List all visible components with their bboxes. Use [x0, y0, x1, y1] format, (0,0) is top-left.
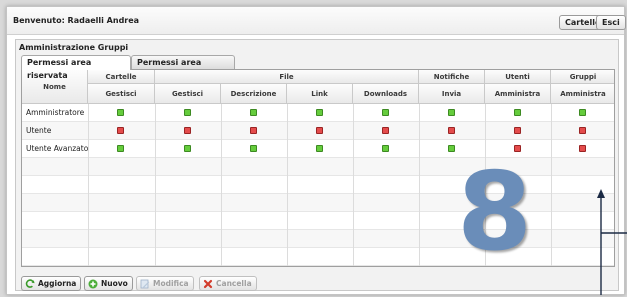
column-header-file-gestisci[interactable]: Gestisci [155, 84, 221, 104]
permission-allowed-icon[interactable] [316, 109, 323, 116]
column-header-notifiche-invia[interactable]: Invia [419, 84, 485, 104]
add-icon [88, 279, 98, 289]
tab-public-area[interactable]: Permessi area pubblica [131, 55, 235, 80]
group-name: Utente Avanzato [26, 144, 89, 153]
permission-denied-icon[interactable] [448, 127, 455, 134]
permission-allowed-icon[interactable] [184, 109, 191, 116]
column-divider [287, 104, 288, 266]
column-divider [419, 104, 420, 266]
permission-denied-icon[interactable] [184, 127, 191, 134]
permission-allowed-icon[interactable] [514, 109, 521, 116]
group-name: Amministratore [26, 108, 85, 117]
permission-allowed-icon[interactable] [448, 109, 455, 116]
edit-icon [140, 279, 150, 289]
permission-allowed-icon[interactable] [579, 109, 586, 116]
column-header-file-descrizione[interactable]: Descrizione [221, 84, 287, 104]
column-header-utenti-amministra[interactable]: Amministra [485, 84, 551, 104]
annotation-arrow-icon [597, 189, 627, 295]
permission-denied-icon[interactable] [514, 127, 521, 134]
top-bar: Benvenuto: Radaelli Andrea Cartelle Esci [7, 7, 626, 35]
column-divider [155, 104, 156, 266]
column-header-gruppi-amministra[interactable]: Amministra [551, 84, 614, 104]
permission-allowed-icon[interactable] [250, 109, 257, 116]
modifica-button[interactable]: Modifica [136, 276, 194, 291]
permission-denied-icon[interactable] [579, 127, 586, 134]
column-group-file: File [155, 70, 419, 84]
permission-allowed-icon[interactable] [117, 145, 124, 152]
permission-denied-icon[interactable] [579, 145, 586, 152]
column-divider [221, 104, 222, 266]
nuovo-button[interactable]: Nuovo [84, 276, 133, 291]
column-group-cartelle: Cartelle [88, 70, 155, 84]
delete-icon [203, 279, 213, 289]
nuovo-label: Nuovo [101, 279, 128, 288]
table-row[interactable]: Utente [22, 122, 614, 140]
column-group-gruppi: Gruppi [551, 70, 614, 84]
permission-allowed-icon[interactable] [448, 145, 455, 152]
permission-allowed-icon[interactable] [117, 109, 124, 116]
permission-allowed-icon[interactable] [184, 145, 191, 152]
modifica-label: Modifica [153, 279, 189, 288]
column-header-file-link[interactable]: Link [287, 84, 353, 104]
permission-allowed-icon[interactable] [382, 145, 389, 152]
permission-allowed-icon[interactable] [316, 145, 323, 152]
permission-denied-icon[interactable] [382, 127, 389, 134]
permission-denied-icon[interactable] [117, 127, 124, 134]
aggiorna-label: Aggiorna [38, 279, 77, 288]
column-group-notifiche: Notifiche [419, 70, 485, 84]
permission-denied-icon[interactable] [250, 127, 257, 134]
column-header-cartelle-gestisci[interactable]: Gestisci [88, 84, 155, 104]
annotation-number: 8 [457, 150, 533, 275]
column-header-file-downloads[interactable]: Downloads [353, 84, 419, 104]
table-row[interactable]: Amministratore [22, 104, 614, 122]
permission-denied-icon[interactable] [316, 127, 323, 134]
cancella-label: Cancella [216, 279, 252, 288]
column-divider [88, 104, 89, 266]
refresh-icon [25, 278, 35, 289]
permission-allowed-icon[interactable] [382, 109, 389, 116]
column-group-utenti: Utenti [485, 70, 551, 84]
group-name: Utente [26, 126, 52, 135]
column-divider [551, 104, 552, 266]
app-window: Benvenuto: Radaelli Andrea Cartelle Esci… [6, 6, 627, 295]
panel-title: Amministrazione Gruppi [19, 43, 129, 52]
permission-allowed-icon[interactable] [250, 145, 257, 152]
column-divider [353, 104, 354, 266]
welcome-text: Benvenuto: Radaelli Andrea [13, 16, 140, 25]
cancella-button[interactable]: Cancella [199, 276, 257, 291]
tab-private-area[interactable]: Permessi area riservata [21, 55, 131, 80]
aggiorna-button[interactable]: Aggiorna [21, 276, 82, 291]
esci-button[interactable]: Esci [596, 15, 626, 30]
